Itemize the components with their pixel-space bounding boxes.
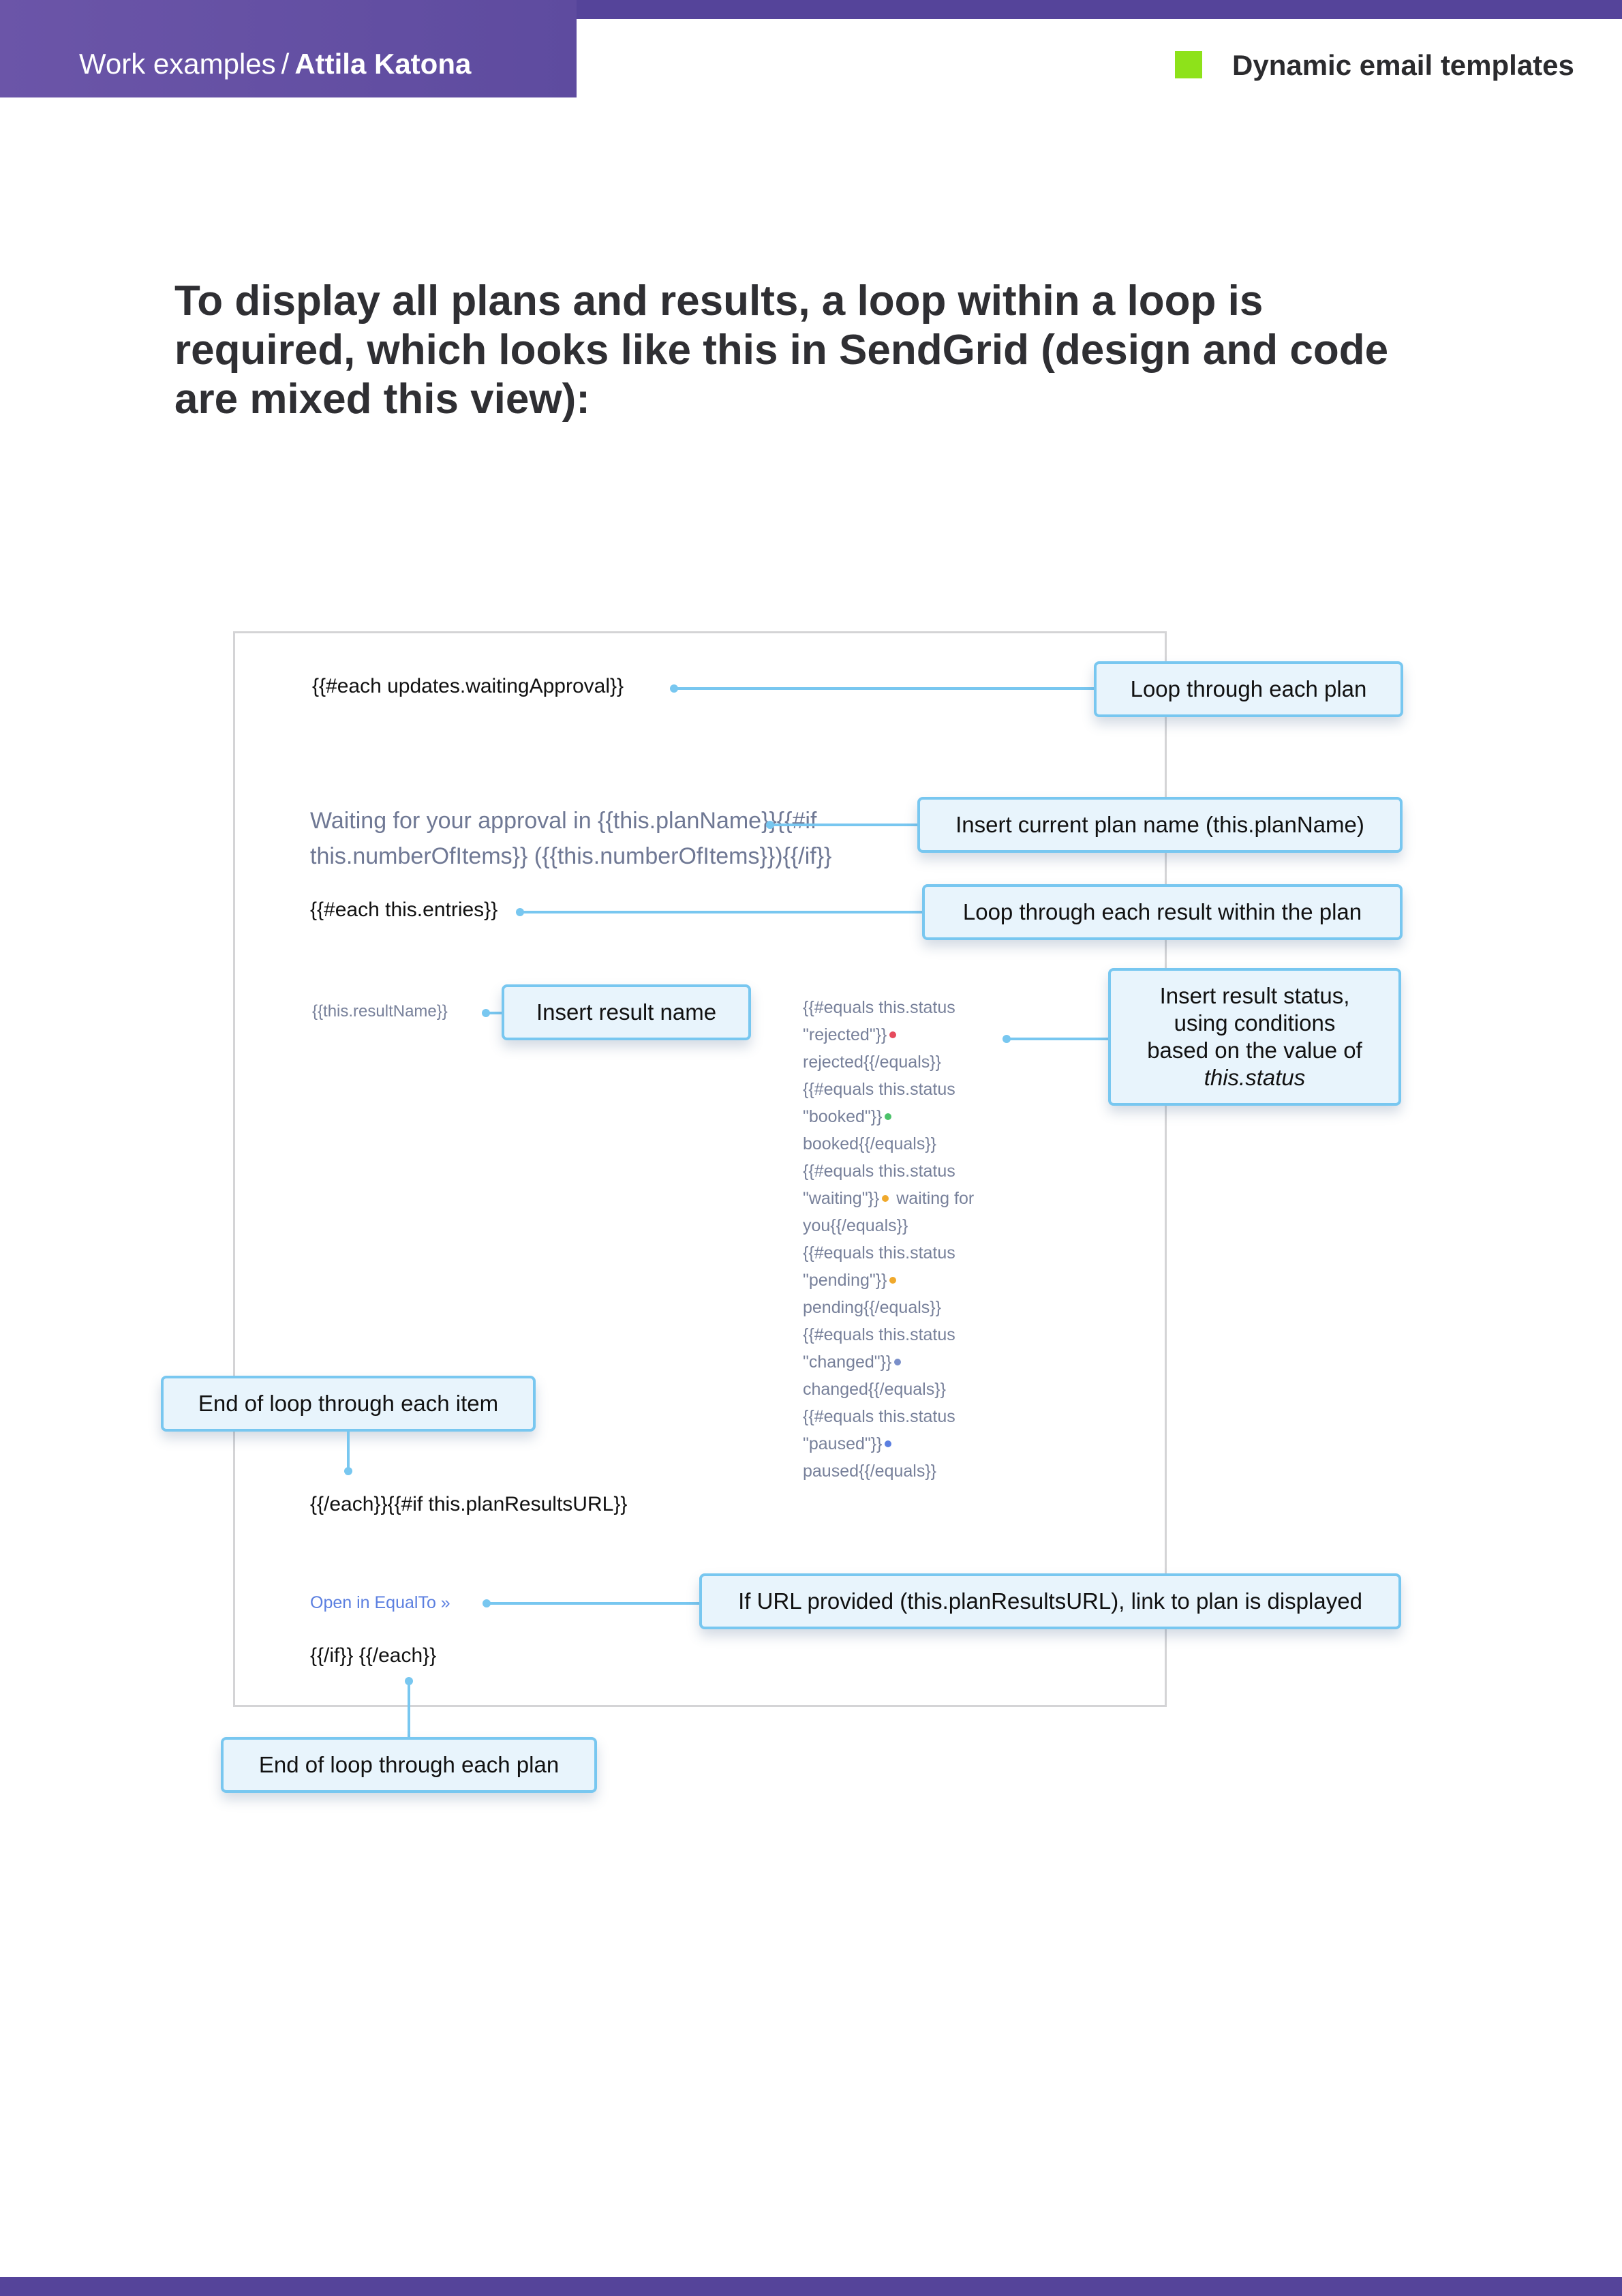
status-dot-changed <box>894 1359 902 1366</box>
callout-insert-result-status: Insert result status, using conditions b… <box>1108 968 1401 1106</box>
connector-line <box>487 1602 701 1605</box>
breadcrumb-author: Attila Katona <box>294 48 472 80</box>
code-plan-line: Waiting for your approval in {{this.plan… <box>310 808 832 869</box>
status-pending-label: pending{{/equals}} <box>803 1298 941 1317</box>
topic-marker-icon <box>1175 51 1202 78</box>
callout-status-variable: this.status <box>1204 1065 1306 1090</box>
callout-status-line: using conditions <box>1174 1010 1336 1036</box>
status-dot-booked <box>885 1113 892 1121</box>
topic-title: Dynamic email templates <box>1232 49 1574 81</box>
status-paused-code: {{#equals this.status "paused"}} <box>803 1407 955 1453</box>
callout-status-line: based on the value of <box>1147 1038 1362 1063</box>
connector-line <box>1007 1038 1110 1040</box>
page-heading: To display all plans and results, a loop… <box>174 277 1389 423</box>
callout-end-loop-item: End of loop through each item <box>161 1376 536 1432</box>
status-booked-code: {{#equals this.status "booked"}} <box>803 1080 955 1126</box>
connector-line <box>408 1681 410 1738</box>
status-paused-label: paused{{/equals}} <box>803 1462 937 1481</box>
status-changed-label: changed{{/equals}} <box>803 1380 946 1399</box>
connector-line <box>520 911 923 913</box>
status-changed-code: {{#equals this.status "changed"}} <box>803 1325 955 1372</box>
breadcrumb: Work examples / Attila Katona <box>79 48 471 80</box>
breadcrumb-section: Work examples <box>79 48 276 80</box>
code-result-name: {{this.resultName}} <box>312 1002 448 1021</box>
code-each-waiting: {{#each updates.waitingApproval}} <box>312 675 624 697</box>
connector-line <box>347 1430 350 1470</box>
status-dot-waiting <box>882 1195 889 1203</box>
status-rejected-label: rejected{{/equals}} <box>803 1053 941 1072</box>
callout-insert-plan-name: Insert current plan name (this.planName) <box>917 797 1403 853</box>
callout-loop-plan: Loop through each plan <box>1094 661 1403 717</box>
code-end-if-each: {{/if}} {{/each}} <box>310 1644 437 1667</box>
status-rejected-code: {{#equals this.status "rejected"}} <box>803 998 955 1044</box>
callout-end-loop-plan: End of loop through each plan <box>221 1737 597 1793</box>
connector-line <box>770 824 919 826</box>
breadcrumb-separator: / <box>281 48 290 80</box>
email-template-frame <box>233 631 1167 1707</box>
status-dot-paused <box>885 1440 892 1448</box>
connector-line <box>674 687 1095 690</box>
connector-pin <box>344 1467 352 1475</box>
breadcrumb-banner: Work examples / Attila Katona <box>0 0 577 97</box>
callout-url-provided: If URL provided (this.planResultsURL), l… <box>699 1573 1401 1629</box>
bottom-accent-strip <box>0 2277 1622 2296</box>
status-dot-rejected <box>889 1031 897 1039</box>
code-each-entries: {{#each this.entries}} <box>310 898 498 921</box>
callout-insert-result-name: Insert result name <box>502 984 751 1040</box>
status-dot-pending <box>889 1277 897 1284</box>
callout-loop-result: Loop through each result within the plan <box>922 884 1403 940</box>
connector-line <box>486 1012 503 1014</box>
code-end-each-if: {{/each}}{{#if this.planResultsURL}} <box>310 1493 628 1515</box>
status-conditions: {{#equals this.status "rejected"}} rejec… <box>803 994 980 1485</box>
status-booked-label: booked{{/equals}} <box>803 1134 937 1153</box>
open-in-equalto-link[interactable]: Open in EqualTo » <box>310 1593 450 1613</box>
status-pending-code: {{#equals this.status "pending"}} <box>803 1243 955 1290</box>
callout-status-line: Insert result status, <box>1159 983 1350 1008</box>
